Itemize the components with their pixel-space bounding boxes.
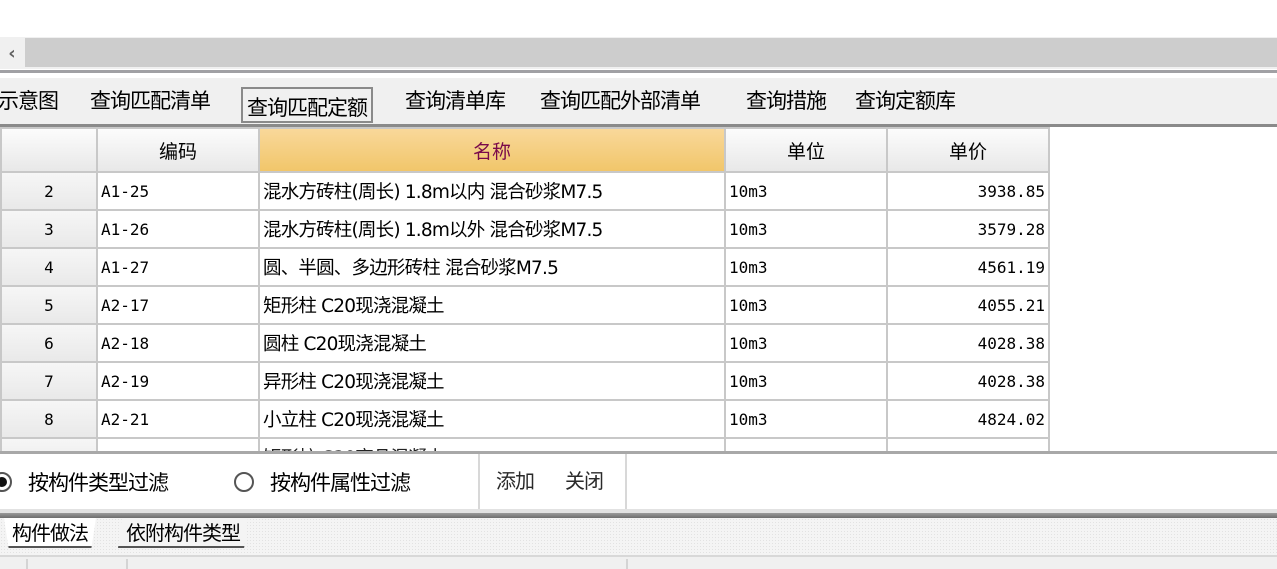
price-cell[interactable]: 4040.44 <box>886 437 1050 451</box>
unit-cell[interactable]: 10m3 <box>724 171 888 211</box>
tab-query-matching-quota[interactable]: 查询匹配定额 <box>241 87 373 123</box>
row-number-cell[interactable]: 7 <box>0 361 98 401</box>
unit-cell[interactable]: 10m3 <box>724 323 888 363</box>
bottom-tab-bar: 构件做法 依附构件类型 <box>0 518 1277 555</box>
column-header-rownum[interactable] <box>0 127 98 173</box>
code-cell[interactable]: A1-27 <box>96 247 260 287</box>
code-cell[interactable]: A1-26 <box>96 209 260 249</box>
close-button[interactable]: 关闭 <box>565 466 604 496</box>
row-number-cell[interactable]: 8 <box>0 399 98 439</box>
scroll-left-arrow-icon[interactable]: ‹ <box>0 37 24 69</box>
filter-by-type-label: 按构件类型过滤 <box>28 471 169 495</box>
tab-query-matching-bill[interactable]: 查询匹配清单 <box>90 86 211 116</box>
name-cell[interactable]: 圆、半圆、多边形砖柱 混合砂浆M7.5 <box>258 247 726 287</box>
column-header-unit[interactable]: 单位 <box>724 127 888 173</box>
name-cell[interactable]: 混水方砖柱(周长) 1.8m以外 混合砂浆M7.5 <box>258 209 726 249</box>
filter-by-type-radio[interactable]: 按构件类型过滤 <box>0 468 169 496</box>
name-cell[interactable]: 矩形柱 C20现浇混凝土 <box>258 285 726 325</box>
top-blank-area <box>0 0 1277 37</box>
table-header-row: 编码 名称 单位 单价 <box>0 127 1050 173</box>
price-cell[interactable]: 4561.19 <box>886 247 1050 287</box>
code-cell[interactable]: A1-25 <box>96 171 260 211</box>
name-cell[interactable]: 混水方砖柱(周长) 1.8m以内 混合砂浆M7.5 <box>258 171 726 211</box>
quota-table: 编码 名称 单位 单价 2 A1-25 混水方砖柱(周长) 1.8m以内 混合砂浆M… <box>0 127 1277 451</box>
row-number-cell[interactable]: 5 <box>0 285 98 325</box>
tab-query-matching-external-bill[interactable]: 查询匹配外部清单 <box>540 86 701 116</box>
code-cell[interactable]: A2-21 <box>96 399 260 439</box>
scrollbar-thumb[interactable] <box>25 38 1277 67</box>
row-number-cell[interactable]: 2 <box>0 171 98 211</box>
tab-query-quota-library[interactable]: 查询定额库 <box>855 86 956 116</box>
tab-query-measures[interactable]: 查询措施 <box>746 86 827 116</box>
table-row[interactable]: 7 A2-19 异形柱 C20现浇混凝土 10m3 4028.38 <box>0 361 1050 401</box>
filter-by-attribute-label: 按构件属性过滤 <box>270 471 411 495</box>
column-header-code[interactable]: 编码 <box>96 127 260 173</box>
name-cell[interactable]: 小立柱 C20现浇混凝土 <box>258 399 726 439</box>
column-header-name[interactable]: 名称 <box>258 127 726 173</box>
tab-query-bill-library[interactable]: 查询清单库 <box>405 86 506 116</box>
add-button[interactable]: 添加 <box>496 466 535 496</box>
table-row[interactable]: 3 A1-26 混水方砖柱(周长) 1.8m以外 混合砂浆M7.5 10m3 3579.… <box>0 209 1050 249</box>
price-cell[interactable]: 4055.21 <box>886 285 1050 325</box>
table-row[interactable]: 8 A2-21 小立柱 C20现浇混凝土 10m3 4824.02 <box>0 399 1050 439</box>
name-cell[interactable]: 异形柱 C20现浇混凝土 <box>258 361 726 401</box>
row-number-cell[interactable]: 4 <box>0 247 98 287</box>
row-number-cell[interactable]: 3 <box>0 209 98 249</box>
price-cell[interactable]: 3938.85 <box>886 171 1050 211</box>
query-tab-bar: 示意图 查询匹配清单 查询匹配定额 查询清单库 查询匹配外部清单 查询措施 查询… <box>0 78 1277 124</box>
tab-component-method[interactable]: 构件做法 <box>4 518 96 548</box>
tab-attached-component-type[interactable]: 依附构件类型 <box>118 518 248 548</box>
horizontal-scrollbar[interactable]: ‹ <box>0 37 1277 69</box>
filter-by-attribute-radio[interactable]: 按构件属性过滤 <box>234 468 411 496</box>
price-cell[interactable]: 4028.38 <box>886 361 1050 401</box>
code-cell[interactable]: A2-17 <box>96 285 260 325</box>
tab-schematic[interactable]: 示意图 <box>0 86 59 116</box>
row-number-cell[interactable]: 6 <box>0 323 98 363</box>
table-row[interactable]: 4 A1-27 圆、半圆、多边形砖柱 混合砂浆M7.5 10m3 4561.19 <box>0 247 1050 287</box>
name-cell[interactable]: 矩形柱 C20商品混凝土 <box>258 437 726 451</box>
radio-selected-icon[interactable] <box>0 472 12 492</box>
table-row[interactable]: 5 A2-17 矩形柱 C20现浇混凝土 10m3 4055.21 <box>0 285 1050 325</box>
unit-cell[interactable]: 10m3 <box>724 361 888 401</box>
code-cell[interactable]: A2-18 <box>96 323 260 363</box>
name-cell[interactable]: 圆柱 C20现浇混凝土 <box>258 323 726 363</box>
price-cell[interactable]: 4028.38 <box>886 323 1050 363</box>
unit-cell[interactable]: 10m3 <box>724 247 888 287</box>
filter-bar: 按构件类型过滤 按构件属性过滤 添加 关闭 <box>0 454 1277 509</box>
radio-unselected-icon[interactable] <box>234 472 254 492</box>
bottom-grid-header <box>0 557 1277 569</box>
unit-cell[interactable]: 10m3 <box>724 437 888 451</box>
price-cell[interactable]: 4824.02 <box>886 399 1050 439</box>
row-number-cell[interactable]: 9 <box>0 437 98 451</box>
code-cell[interactable]: A2-22 <box>96 437 260 451</box>
table-row[interactable]: 9A2-22矩形柱 C20商品混凝土10m34040.44 <box>0 437 1050 451</box>
column-header-price[interactable]: 单价 <box>886 127 1050 173</box>
table-row[interactable]: 6 A2-18 圆柱 C20现浇混凝土 10m3 4028.38 <box>0 323 1050 363</box>
price-cell[interactable]: 3579.28 <box>886 209 1050 249</box>
unit-cell[interactable]: 10m3 <box>724 209 888 249</box>
code-cell[interactable]: A2-19 <box>96 361 260 401</box>
unit-cell[interactable]: 10m3 <box>724 399 888 439</box>
table-row[interactable]: 2 A1-25 混水方砖柱(周长) 1.8m以内 混合砂浆M7.5 10m3 3938.… <box>0 171 1050 211</box>
unit-cell[interactable]: 10m3 <box>724 285 888 325</box>
